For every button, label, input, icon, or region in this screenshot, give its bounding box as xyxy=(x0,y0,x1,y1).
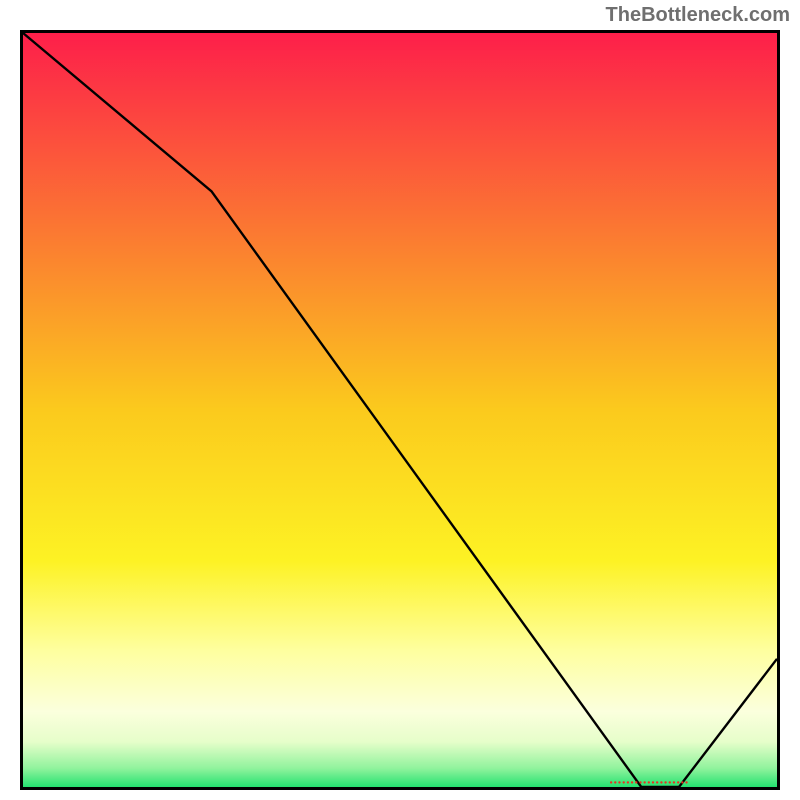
chart-container: TheBottleneck.com xyxy=(0,0,800,800)
attribution-label: TheBottleneck.com xyxy=(606,4,790,27)
chart-svg xyxy=(23,33,777,787)
gradient-background xyxy=(23,33,777,787)
plot-area xyxy=(20,30,780,790)
